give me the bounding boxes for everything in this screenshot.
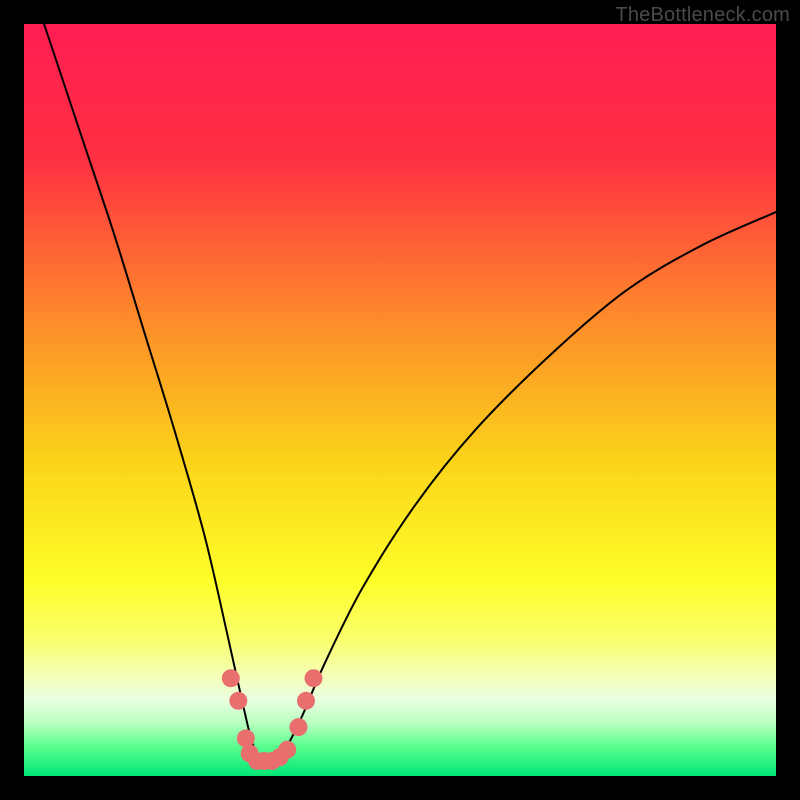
trough-marker [237,729,255,747]
watermark-label: TheBottleneck.com [615,4,790,27]
trough-marker [305,669,323,687]
trough-marker [229,692,247,710]
trough-marker [278,741,296,759]
gradient-background [24,24,776,776]
trough-marker [289,718,307,736]
bottleneck-chart [24,24,776,776]
chart-frame: TheBottleneck.com [0,0,800,800]
trough-marker [297,692,315,710]
trough-marker [222,669,240,687]
plot-area [24,24,776,776]
